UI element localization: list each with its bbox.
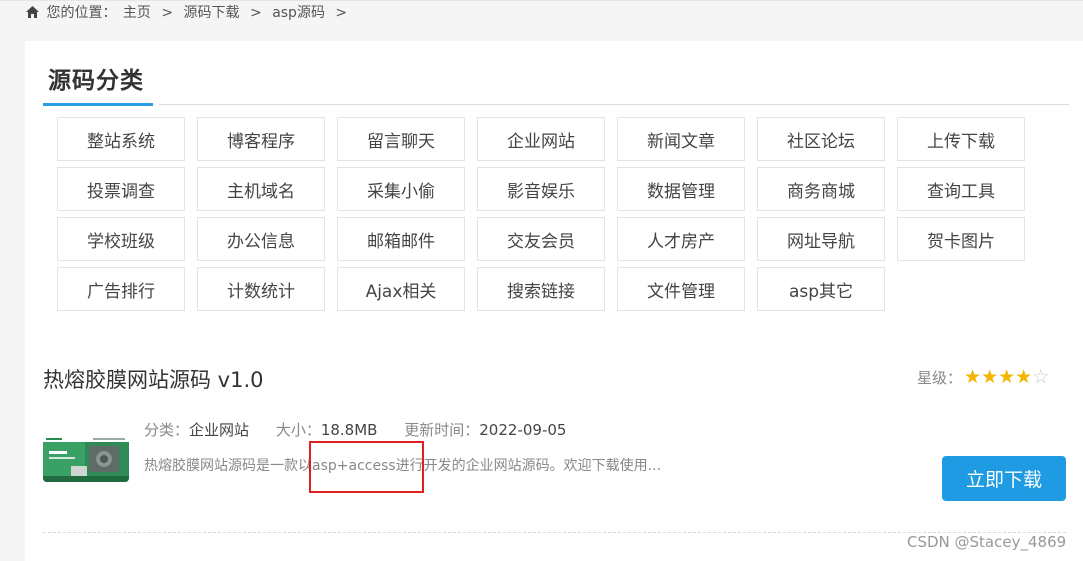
breadcrumb-home[interactable]: 主页	[123, 5, 151, 21]
breadcrumb: 您的位置： 主页 > 源码下载 > asp源码 >	[25, 0, 353, 26]
item-thumbnail[interactable]	[43, 436, 129, 482]
breadcrumb-downloads[interactable]: 源码下载	[184, 5, 240, 21]
size-value: 18.8MB	[320, 421, 378, 439]
updated-value: 2022-09-05	[479, 421, 567, 439]
category-item[interactable]: 交友会员	[477, 217, 605, 261]
star-empty-icon: ☆	[1032, 366, 1050, 388]
star-filled-icon: ★	[998, 366, 1016, 388]
category-item[interactable]: 采集小偷	[337, 167, 465, 211]
category-item[interactable]: 办公信息	[197, 217, 325, 261]
category-item[interactable]: 邮箱邮件	[337, 217, 465, 261]
category-item[interactable]: 博客程序	[197, 117, 325, 161]
watermark: CSDN @Stacey_4869	[907, 533, 1067, 551]
category-item[interactable]: 文件管理	[617, 267, 745, 311]
category-item[interactable]: 计数统计	[197, 267, 325, 311]
category-section-title: 源码分类	[48, 68, 144, 94]
breadcrumb-separator: >	[250, 5, 262, 21]
breadcrumb-asp[interactable]: asp源码	[272, 5, 325, 21]
category-item[interactable]: 贺卡图片	[897, 217, 1025, 261]
item-rating: 星级： ★ ★ ★ ★ ☆	[917, 367, 1049, 388]
breadcrumb-separator: >	[335, 5, 348, 21]
star-filled-icon: ★	[981, 366, 999, 388]
rating-stars: ★ ★ ★ ★ ☆	[964, 368, 1049, 387]
category-item[interactable]: 网址导航	[757, 217, 885, 261]
section-title-underline	[43, 103, 153, 106]
item-title[interactable]: 热熔胶膜网站源码 v1.0	[43, 364, 264, 394]
star-filled-icon: ★	[1015, 366, 1033, 388]
thumbnail-image	[43, 436, 129, 482]
category-item[interactable]: 投票调查	[57, 167, 185, 211]
category-item[interactable]: 新闻文章	[617, 117, 745, 161]
category-item[interactable]: 商务商城	[757, 167, 885, 211]
annotation-highlight-box	[309, 441, 424, 493]
home-icon	[26, 6, 39, 18]
category-item[interactable]: 主机域名	[197, 167, 325, 211]
category-item[interactable]: 学校班级	[57, 217, 185, 261]
updated-label: 更新时间：	[404, 421, 480, 439]
star-filled-icon: ★	[964, 366, 982, 388]
download-button[interactable]: 立即下载	[942, 456, 1066, 501]
category-item[interactable]: Ajax相关	[337, 267, 465, 311]
breadcrumb-prefix: 您的位置：	[46, 5, 117, 21]
category-item[interactable]: 上传下载	[897, 117, 1025, 161]
category-grid: 整站系统 博客程序 留言聊天 企业网站 新闻文章 社区论坛 上传下载 投票调查 …	[57, 117, 1037, 311]
category-item[interactable]: 广告排行	[57, 267, 185, 311]
category-label: 分类：	[144, 421, 190, 439]
item-meta: 分类：企业网站 大小：18.8MB 更新时间：2022-09-05	[144, 419, 588, 440]
category-item[interactable]: 整站系统	[57, 117, 185, 161]
category-item[interactable]: 社区论坛	[757, 117, 885, 161]
size-label: 大小：	[275, 421, 321, 439]
category-value[interactable]: 企业网站	[189, 421, 249, 439]
content-panel: 源码分类 整站系统 博客程序 留言聊天 企业网站 新闻文章 社区论坛 上传下载 …	[25, 41, 1083, 561]
category-item[interactable]: 搜索链接	[477, 267, 605, 311]
rating-label: 星级：	[917, 369, 963, 387]
section-divider	[159, 104, 1069, 105]
breadcrumb-separator: >	[161, 5, 174, 21]
category-item[interactable]: 数据管理	[617, 167, 745, 211]
category-item[interactable]: asp其它	[757, 267, 885, 311]
category-item[interactable]: 影音娱乐	[477, 167, 605, 211]
category-item[interactable]: 留言聊天	[337, 117, 465, 161]
category-item[interactable]: 企业网站	[477, 117, 605, 161]
category-item[interactable]: 人才房产	[617, 217, 745, 261]
category-item[interactable]: 查询工具	[897, 167, 1025, 211]
